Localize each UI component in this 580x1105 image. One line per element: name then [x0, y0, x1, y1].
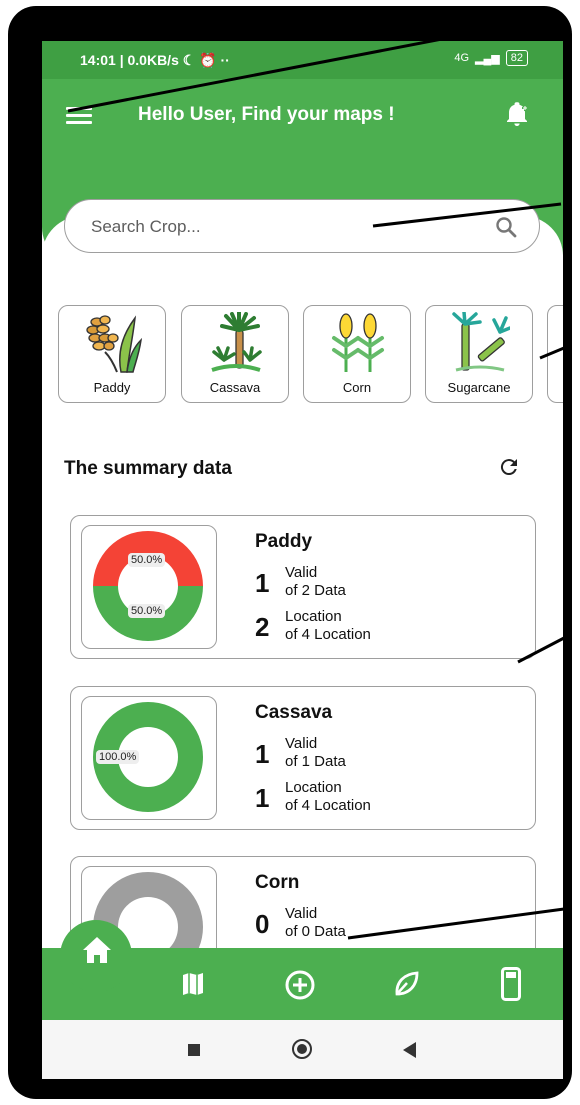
valid-count: 0: [255, 909, 270, 939]
system-nav-bar: [42, 1020, 563, 1079]
location-label: Location: [285, 608, 342, 625]
location-count: 1: [255, 783, 270, 813]
map-icon[interactable]: [182, 972, 204, 996]
search-input[interactable]: [89, 200, 473, 254]
phone-frame: 14:01 | 0.0KB/s ☾ ⏰ ·· 4G ▂▄▆ 82 Hello U…: [8, 6, 572, 1099]
corn-icon: [332, 313, 384, 372]
battery-icon: 82: [505, 50, 528, 66]
cassava-icon: [211, 312, 262, 372]
crop-item-more[interactable]: [547, 305, 563, 403]
refresh-icon[interactable]: [497, 455, 521, 479]
phone-screen: 14:01 | 0.0KB/s ☾ ⏰ ·· 4G ▂▄▆ 82 Hello U…: [42, 41, 563, 1079]
crop-label: Corn: [342, 380, 372, 395]
pct-label: 100.0%: [96, 750, 140, 764]
summary-card-paddy[interactable]: 50.0% 50.0% Paddy 1 Valid of 2 Data 2 Lo…: [70, 515, 536, 659]
crop-item-paddy[interactable]: Paddy: [58, 305, 166, 403]
add-circle-icon[interactable]: [284, 969, 316, 1001]
location-of-label: of 4 Location: [285, 626, 371, 643]
home-tab[interactable]: [60, 920, 132, 992]
add-alert-icon[interactable]: [505, 101, 529, 127]
pct-label-bottom: 50.0%: [128, 604, 166, 618]
network-label: 4G: [454, 52, 470, 64]
card-title: Cassava: [255, 702, 333, 723]
location-count: 2: [255, 612, 270, 642]
status-indicators: 4G ▂▄▆ 82: [454, 50, 528, 66]
summary-title: The summary data: [64, 458, 232, 479]
sugarcane-icon: [452, 312, 510, 372]
search-icon[interactable]: [495, 216, 517, 238]
crop-list: Paddy Cassava Corn Sugarcane: [58, 305, 563, 405]
phone-icon[interactable]: [501, 967, 521, 1001]
leaf-icon[interactable]: [392, 970, 420, 998]
paddy-icon: [86, 315, 143, 373]
location-label: Location: [285, 779, 342, 796]
bottom-nav: [42, 920, 563, 1020]
location-of-label: of 4 Location: [285, 797, 371, 814]
valid-count: 1: [255, 739, 270, 769]
donut-chart-box: 100.0%: [81, 696, 217, 820]
valid-of-label: of 1 Data: [285, 753, 346, 770]
donut-chart-box: 50.0% 50.0%: [81, 525, 217, 649]
card-title: Corn: [255, 872, 300, 893]
valid-label: Valid: [285, 564, 318, 581]
valid-of-label: of 2 Data: [285, 582, 346, 599]
search-bar[interactable]: [64, 199, 540, 254]
home-icon[interactable]: [82, 936, 112, 964]
valid-label: Valid: [285, 735, 318, 752]
valid-count: 1: [255, 568, 270, 598]
crop-item-corn[interactable]: Corn: [303, 305, 411, 403]
home-system-icon[interactable]: [292, 1039, 312, 1059]
menu-icon[interactable]: [66, 107, 92, 127]
crop-label: Sugarcane: [447, 380, 511, 395]
card-title: Paddy: [255, 531, 313, 552]
donut-chart: [93, 531, 203, 641]
header-title: Hello User, Find your maps !: [138, 104, 395, 125]
pct-label-top: 50.0%: [128, 553, 166, 567]
crop-item-sugarcane[interactable]: Sugarcane: [425, 305, 533, 403]
valid-label: Valid: [285, 905, 318, 922]
status-time: 14:01 | 0.0KB/s ☾ ⏰ ··: [80, 52, 230, 68]
summary-card-cassava[interactable]: 100.0% Cassava 1 Valid of 1 Data 1 Locat…: [70, 686, 536, 830]
valid-of-label: of 0 Data: [285, 923, 346, 940]
back-icon[interactable]: [403, 1042, 416, 1058]
crop-label: Paddy: [93, 380, 131, 395]
status-bar: 14:01 | 0.0KB/s ☾ ⏰ ·· 4G ▂▄▆ 82: [42, 41, 563, 79]
crop-item-cassava[interactable]: Cassava: [181, 305, 289, 403]
signal-icon: ▂▄▆: [475, 52, 500, 65]
crop-label: Cassava: [209, 380, 261, 395]
recent-apps-icon[interactable]: [188, 1044, 200, 1056]
